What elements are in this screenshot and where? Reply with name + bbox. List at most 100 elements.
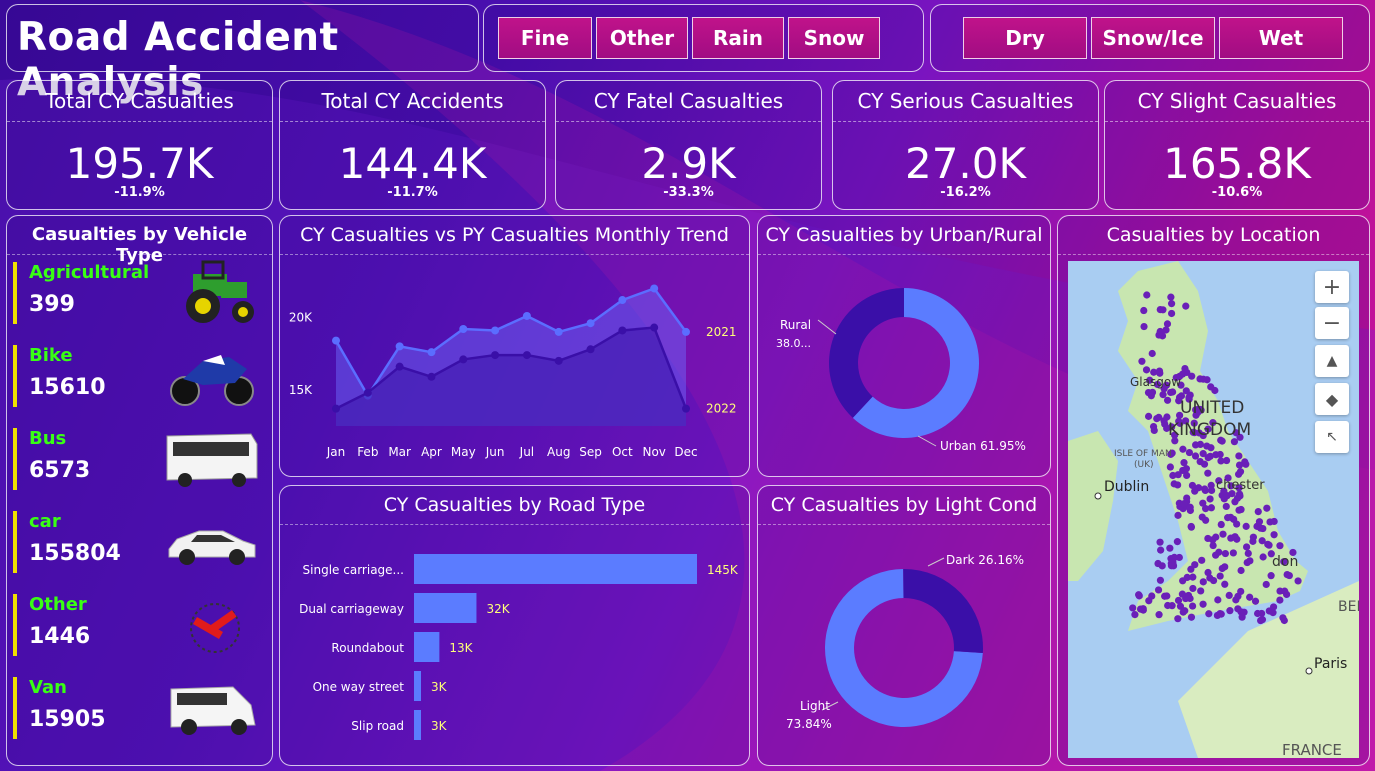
location-point[interactable] xyxy=(1233,494,1242,502)
location-point[interactable] xyxy=(1225,591,1233,599)
trend-point-2022-Feb[interactable] xyxy=(363,388,372,397)
location-point[interactable] xyxy=(1187,613,1196,621)
location-point[interactable] xyxy=(1144,412,1153,420)
location-point[interactable] xyxy=(1204,568,1212,577)
location-point[interactable] xyxy=(1129,604,1137,612)
location-point[interactable] xyxy=(1148,349,1156,358)
location-point[interactable] xyxy=(1182,465,1190,473)
location-point[interactable] xyxy=(1162,326,1170,334)
location-point[interactable] xyxy=(1216,572,1224,580)
location-point[interactable] xyxy=(1224,514,1232,522)
bar-3[interactable] xyxy=(414,671,421,701)
location-point[interactable] xyxy=(1219,530,1227,538)
location-point[interactable] xyxy=(1204,469,1212,477)
location-point[interactable] xyxy=(1155,367,1164,375)
map-view[interactable]: UNITED KINGDOM ISLE OF MAN (UK) Dublin P… xyxy=(1068,261,1359,758)
weather-other-button[interactable]: Other xyxy=(596,17,688,59)
location-point[interactable] xyxy=(1214,596,1222,604)
location-point[interactable] xyxy=(1167,562,1176,570)
location-point[interactable] xyxy=(1188,372,1196,380)
location-point[interactable] xyxy=(1270,517,1278,526)
trend-point-2022-Sep[interactable] xyxy=(586,345,595,354)
bar-0[interactable] xyxy=(414,554,697,584)
location-point[interactable] xyxy=(1212,551,1220,559)
surface-wet-button[interactable]: Wet xyxy=(1219,17,1343,59)
location-point[interactable] xyxy=(1251,597,1260,605)
location-point[interactable] xyxy=(1204,534,1212,543)
location-point[interactable] xyxy=(1206,495,1214,503)
location-point[interactable] xyxy=(1259,524,1267,533)
location-point[interactable] xyxy=(1258,609,1266,618)
location-point[interactable] xyxy=(1158,562,1166,570)
trend-point-2021-Aug[interactable] xyxy=(554,327,563,336)
location-point[interactable] xyxy=(1207,444,1215,452)
location-point[interactable] xyxy=(1189,573,1197,581)
location-point[interactable] xyxy=(1185,448,1194,457)
surface-snow-ice-button[interactable]: Snow/Ice xyxy=(1091,17,1215,59)
location-point[interactable] xyxy=(1150,426,1158,435)
weather-rain-button[interactable]: Rain xyxy=(692,17,784,59)
location-point[interactable] xyxy=(1209,541,1217,550)
location-point[interactable] xyxy=(1212,451,1220,459)
location-point[interactable] xyxy=(1183,471,1191,479)
location-point[interactable] xyxy=(1178,590,1186,598)
zoom-out-icon[interactable]: − xyxy=(1315,307,1349,339)
location-point[interactable] xyxy=(1166,544,1174,552)
location-point[interactable] xyxy=(1191,452,1200,460)
select-icon[interactable]: ↖ xyxy=(1315,421,1349,453)
location-point[interactable] xyxy=(1156,306,1164,314)
location-point[interactable] xyxy=(1163,396,1172,404)
location-point[interactable] xyxy=(1207,383,1215,391)
location-point[interactable] xyxy=(1226,607,1234,615)
location-point[interactable] xyxy=(1143,291,1151,299)
location-point[interactable] xyxy=(1198,556,1206,564)
location-point[interactable] xyxy=(1187,522,1195,531)
bar-4[interactable] xyxy=(414,710,421,740)
slice-rural[interactable] xyxy=(829,288,904,418)
tilt-icon[interactable]: ▲ xyxy=(1315,345,1349,377)
location-point[interactable] xyxy=(1234,605,1242,613)
location-point[interactable] xyxy=(1167,388,1175,397)
location-point[interactable] xyxy=(1166,463,1174,471)
location-point[interactable] xyxy=(1167,300,1176,308)
location-point[interactable] xyxy=(1263,504,1271,512)
location-point[interactable] xyxy=(1207,504,1215,512)
location-point[interactable] xyxy=(1265,541,1273,549)
location-point[interactable] xyxy=(1242,522,1250,530)
location-point[interactable] xyxy=(1180,500,1188,508)
location-point[interactable] xyxy=(1217,520,1225,529)
location-point[interactable] xyxy=(1204,454,1212,462)
trend-point-2022-Nov[interactable] xyxy=(650,323,659,332)
location-point[interactable] xyxy=(1199,600,1207,608)
location-point[interactable] xyxy=(1255,518,1264,526)
trend-point-2022-Apr[interactable] xyxy=(427,372,436,381)
trend-point-2021-Nov[interactable] xyxy=(650,284,659,293)
location-point[interactable] xyxy=(1167,309,1176,318)
trend-point-2021-Oct[interactable] xyxy=(618,296,627,305)
trend-point-2021-Dec[interactable] xyxy=(682,327,690,336)
location-point[interactable] xyxy=(1156,576,1165,584)
location-point[interactable] xyxy=(1199,375,1207,383)
location-point[interactable] xyxy=(1142,366,1151,374)
location-point[interactable] xyxy=(1222,456,1231,465)
location-point[interactable] xyxy=(1148,388,1157,396)
location-point[interactable] xyxy=(1222,502,1230,511)
location-point[interactable] xyxy=(1237,566,1245,575)
location-point[interactable] xyxy=(1140,322,1148,331)
location-point[interactable] xyxy=(1221,549,1230,558)
location-point[interactable] xyxy=(1135,591,1143,599)
location-point[interactable] xyxy=(1174,511,1182,519)
location-point[interactable] xyxy=(1138,357,1146,365)
weather-fine-button[interactable]: Fine xyxy=(498,17,592,59)
trend-point-2021-Apr[interactable] xyxy=(427,348,436,357)
bar-1[interactable] xyxy=(414,593,477,623)
compass-icon[interactable]: ◆ xyxy=(1315,383,1349,415)
location-point[interactable] xyxy=(1200,460,1209,468)
location-point[interactable] xyxy=(1208,486,1216,494)
location-point[interactable] xyxy=(1218,564,1226,573)
location-point[interactable] xyxy=(1280,616,1288,625)
trend-point-2022-Aug[interactable] xyxy=(554,356,563,365)
location-point[interactable] xyxy=(1216,609,1224,618)
location-point[interactable] xyxy=(1233,520,1241,528)
location-point[interactable] xyxy=(1186,503,1194,511)
